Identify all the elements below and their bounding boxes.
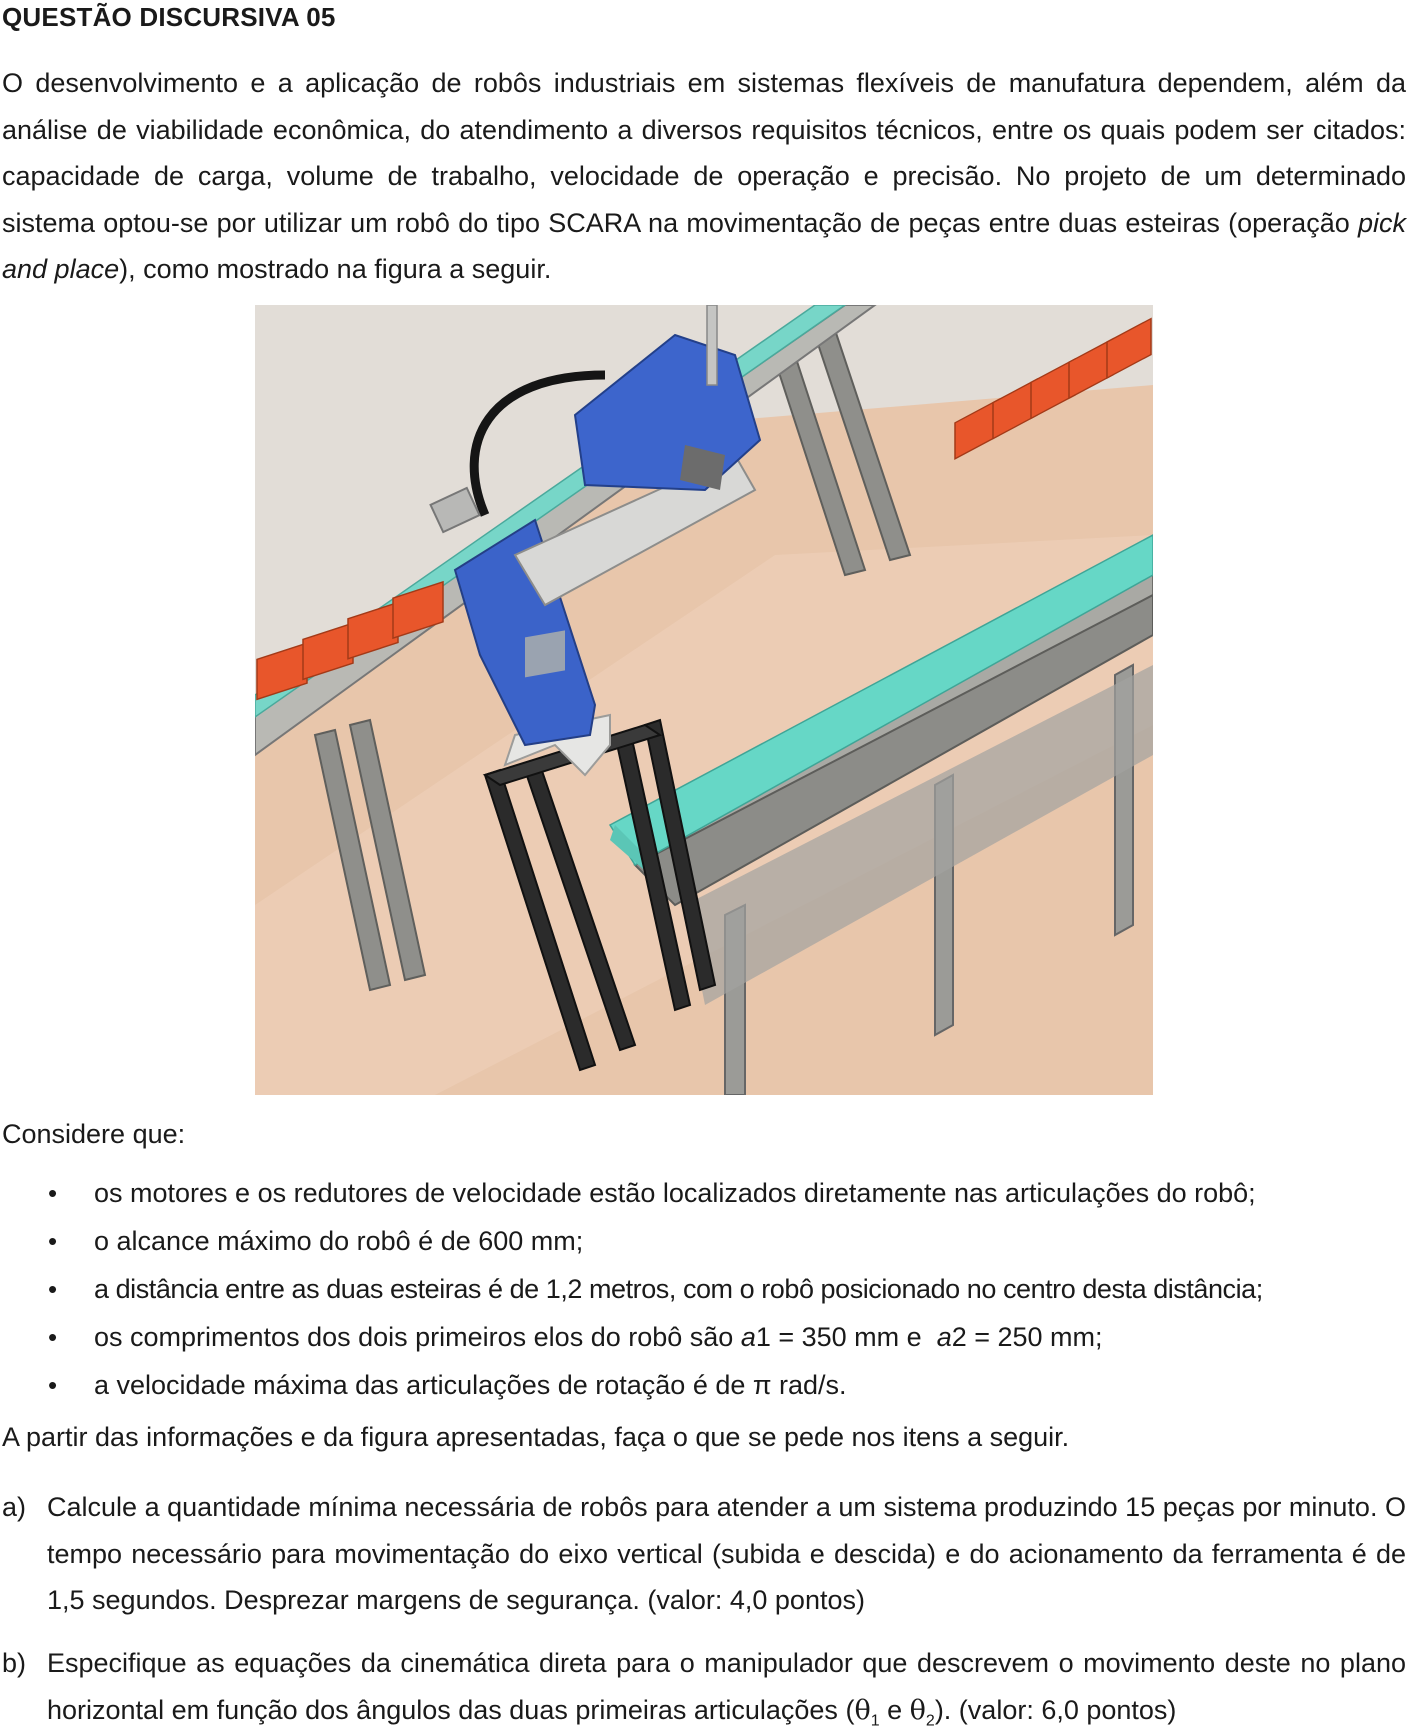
assumptions-list: • os motores e os redutores de velocidade… (0, 1170, 1410, 1410)
assumption-item: • o alcance máximo do robô é de 600 mm; (0, 1218, 1410, 1266)
bullet-marker: • (48, 1226, 58, 1256)
bullet-marker: • (48, 1178, 58, 1208)
intro-paragraph: O desenvolvimento e a aplicação de robôs… (2, 60, 1406, 293)
assumption-item: • os motores e os redutores de velocidade… (0, 1170, 1410, 1218)
item-letter: a) (2, 1492, 27, 1522)
considere-label: Considere que: (2, 1119, 186, 1149)
item-letter: b) (2, 1648, 27, 1678)
bullet-marker: • (48, 1370, 58, 1400)
question-page: QUESTÃO DISCURSIVA 05 O desenvolvimento … (0, 0, 1410, 1732)
bullet-marker: • (48, 1322, 58, 1352)
bullet-marker: • (48, 1274, 58, 1304)
intro-text-part1: O desenvolvimento e a aplicação de robôs… (2, 68, 1406, 238)
assumption-item: • a distância entre as duas esteiras é de… (0, 1266, 1410, 1314)
intro-text-part2: ), como mostrado na figura a seguir. (119, 254, 552, 284)
item-text: Calcule a quantidade mínima necessária d… (47, 1492, 1406, 1615)
item-text: Especifique as equações da cinemática di… (47, 1648, 1406, 1729)
question-title: QUESTÃO DISCURSIVA 05 (2, 2, 336, 32)
assumption-item: • os comprimentos dos dois primeiros elos… (0, 1314, 1410, 1362)
instruction-text: A partir das informações e da figura apr… (2, 1422, 1070, 1452)
scara-robot-figure (255, 305, 1153, 1095)
assumption-item: • a velocidade máxima das articulações de… (0, 1362, 1410, 1410)
